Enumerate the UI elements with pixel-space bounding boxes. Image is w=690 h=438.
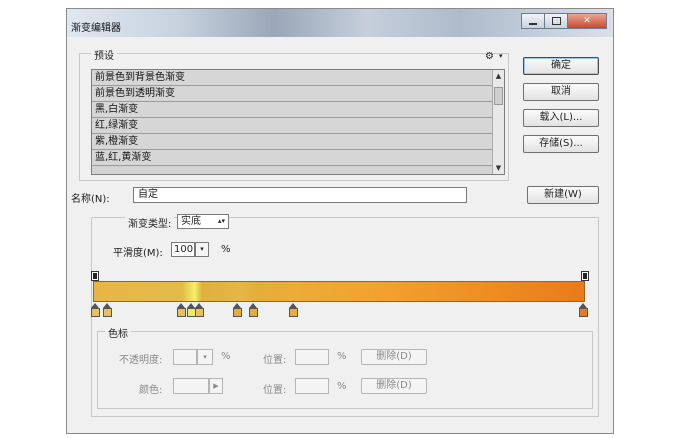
opacity-unit: % bbox=[221, 351, 231, 362]
gear-icon[interactable]: ⚙ bbox=[485, 51, 494, 62]
name-input[interactable]: 自定 bbox=[133, 187, 467, 203]
color-stop[interactable] bbox=[579, 303, 588, 317]
list-item[interactable]: 紫,橙渐变 bbox=[92, 134, 504, 150]
scroll-thumb[interactable] bbox=[494, 87, 503, 105]
smoothness-unit: % bbox=[221, 244, 231, 255]
list-item[interactable]: 黑,白渐变 bbox=[92, 102, 504, 118]
opacity-location-unit: % bbox=[337, 351, 347, 362]
opacity-input[interactable] bbox=[173, 349, 197, 365]
chevron-down-icon: ▾ bbox=[200, 245, 204, 253]
opacity-label: 不透明度: bbox=[119, 355, 163, 366]
opacity-delete-button[interactable]: 删除(D) bbox=[361, 349, 427, 365]
minimize-button[interactable] bbox=[521, 13, 545, 29]
opacity-location-label: 位置: bbox=[263, 355, 287, 366]
scroll-down-icon[interactable]: ▼ bbox=[493, 162, 504, 174]
close-button[interactable]: ✕ bbox=[567, 13, 607, 29]
gradient-editor-window: 渐变编辑器 ✕ 预设 ⚙ ▾ 前景色到背景色渐变 前景色到透明渐变 黑,白渐变 … bbox=[66, 8, 614, 434]
window-controls: ✕ bbox=[521, 13, 607, 31]
smoothness-input[interactable]: 100 bbox=[171, 242, 195, 257]
opacity-location-input[interactable] bbox=[295, 349, 329, 365]
title-bar[interactable]: 渐变编辑器 ✕ bbox=[67, 9, 613, 37]
gradient-type-select[interactable]: 实底 ▴▾ bbox=[177, 214, 229, 229]
gradient-type-label: 渐变类型: bbox=[125, 215, 175, 230]
color-stop[interactable] bbox=[289, 303, 298, 317]
color-stop[interactable] bbox=[233, 303, 242, 317]
ok-button[interactable]: 确定 bbox=[523, 57, 599, 75]
new-button[interactable]: 新建(W) bbox=[527, 186, 599, 204]
smoothness-dropdown[interactable]: ▾ bbox=[195, 242, 209, 257]
color-stop[interactable] bbox=[91, 303, 100, 317]
color-stop[interactable] bbox=[249, 303, 258, 317]
maximize-icon bbox=[551, 17, 561, 25]
color-location-label: 位置: bbox=[263, 385, 287, 396]
updown-arrow-icon: ▴▾ bbox=[217, 217, 225, 225]
cancel-button[interactable]: 取消 bbox=[523, 83, 599, 101]
stops-group-label: 色标 bbox=[105, 325, 131, 340]
color-stop[interactable] bbox=[177, 303, 186, 317]
save-button[interactable]: 存储(S)... bbox=[523, 135, 599, 153]
list-item[interactable]: 前景色到透明渐变 bbox=[92, 86, 504, 102]
scroll-up-icon[interactable]: ▲ bbox=[493, 70, 504, 82]
load-button[interactable]: 载入(L)... bbox=[523, 109, 599, 127]
smoothness-label: 平滑度(M): bbox=[113, 248, 163, 259]
color-label: 颜色: bbox=[139, 385, 163, 396]
caret-down-icon: ▾ bbox=[499, 52, 503, 60]
presets-group-label: 预设 bbox=[91, 47, 117, 62]
color-location-input[interactable] bbox=[295, 378, 329, 394]
window-title: 渐变编辑器 bbox=[71, 23, 121, 34]
list-item[interactable]: 前景色到背景色渐变 bbox=[92, 70, 504, 86]
color-delete-button[interactable]: 删除(D) bbox=[361, 378, 427, 394]
gradient-bar[interactable] bbox=[93, 281, 585, 302]
presets-list[interactable]: 前景色到背景色渐变 前景色到透明渐变 黑,白渐变 红,绿渐变 紫,橙渐变 蓝,红… bbox=[91, 69, 505, 175]
list-item[interactable]: 红,绿渐变 bbox=[92, 118, 504, 134]
color-stop[interactable] bbox=[103, 303, 112, 317]
close-icon: ✕ bbox=[583, 16, 591, 26]
chevron-right-icon: ▶ bbox=[213, 382, 219, 390]
color-swatch[interactable] bbox=[173, 378, 209, 394]
color-stop[interactable] bbox=[195, 303, 204, 317]
presets-scrollbar[interactable]: ▲ ▼ bbox=[492, 70, 504, 174]
gradient-type-value: 实底 bbox=[181, 216, 201, 227]
list-item[interactable]: 蓝,红,黄渐变 bbox=[92, 150, 504, 166]
maximize-button[interactable] bbox=[544, 13, 568, 29]
opacity-dropdown[interactable]: ▾ bbox=[197, 349, 213, 365]
color-location-unit: % bbox=[337, 381, 347, 392]
color-dropdown[interactable]: ▶ bbox=[209, 378, 223, 394]
minimize-icon bbox=[529, 22, 537, 25]
opacity-stop-right[interactable] bbox=[581, 271, 589, 281]
name-label: 名称(N): bbox=[71, 194, 110, 205]
opacity-stop-left[interactable] bbox=[91, 271, 99, 281]
stops-group bbox=[97, 331, 593, 409]
chevron-down-icon: ▾ bbox=[203, 353, 207, 361]
